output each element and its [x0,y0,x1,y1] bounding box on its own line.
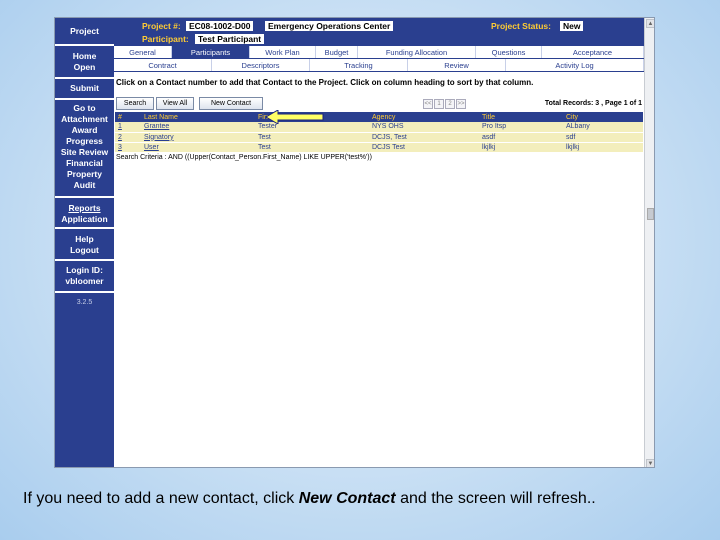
table-cell: lkjlkj [563,142,643,153]
left-nav: Project Home Open Submit Go to Attachmen… [55,18,114,467]
caption-after: and the screen will refresh.. [395,490,596,507]
tab-funding-allocation[interactable]: Funding Allocation [358,46,476,58]
search-button[interactable]: Search [116,97,154,110]
nav-help-link[interactable]: Help [55,234,114,245]
table-header-row: #Last NameFirst NameAgencyTitleCity [115,112,643,122]
tab-acceptance[interactable]: Acceptance [542,46,644,58]
nav-goto: Go to Attachment Award Progress Site Rev… [55,100,114,198]
table-cell: asdf [479,132,563,143]
nav-award-link[interactable]: Award [55,125,114,136]
new-contact-button[interactable]: New Contact [199,97,263,110]
nav-application-link[interactable]: Application [55,214,114,225]
nav-login-id: vbloomer [65,276,104,286]
nav-help-logout: Help Logout [55,229,114,261]
nav-site-review-link[interactable]: Site Review [55,147,114,158]
scroll-up-icon[interactable]: ▲ [646,19,654,28]
pager-page-2[interactable]: 2 [445,99,455,109]
browser-frame: Project Home Open Submit Go to Attachmen… [54,17,655,468]
pager-last-button[interactable]: >> [456,99,466,109]
contact-last-name-link[interactable]: Grantee [141,122,255,133]
nav-audit-link[interactable]: Audit [55,180,114,191]
pager-page-1[interactable]: 1 [434,99,444,109]
nav-progress-link[interactable]: Progress [55,136,114,147]
contact-last-name-link[interactable]: Signatory [141,132,255,143]
nav-reports-link[interactable]: Reports [55,203,114,214]
contact-toolbar: Search View All New Contact << 1 2 >> To… [114,90,644,112]
nav-financial-link[interactable]: Financial [55,158,114,169]
tab-tracking[interactable]: Tracking [310,59,408,71]
project-header: Project #: EC08-1002-D00 Emergency Opera… [114,18,644,46]
tab-contract[interactable]: Contract [114,59,212,71]
table-cell: DCJS Test [369,142,479,153]
nav-open-link[interactable]: Open [55,62,114,73]
column-header-title[interactable]: Title [479,112,563,122]
table-cell: Test [255,132,369,143]
nav-attachment-link[interactable]: Attachment [55,114,114,125]
table-row: 3 User Test DCJS Test lkjlkj lkjlkj [115,142,643,153]
contacts-table: #Last NameFirst NameAgencyTitleCity 1Gra… [115,112,643,153]
nav-submit: Submit [55,79,114,100]
project-name-value: Emergency Operations Center [265,21,394,31]
contact-last-name-link[interactable]: User [141,142,255,153]
contact-number-link[interactable]: 2 [115,132,141,143]
pager-first-button[interactable]: << [423,99,433,109]
tab-questions[interactable]: Questions [476,46,542,58]
tab-activity-log[interactable]: Activity Log [506,59,644,71]
participant-label: Participant: [142,34,189,44]
nav-home-link[interactable]: Home [55,51,114,62]
nav-property-link[interactable]: Property [55,169,114,180]
table-cell: sdf [563,132,643,143]
view-all-button[interactable]: View All [156,97,194,110]
table-cell: Pro Itsp [479,122,563,133]
table-cell: DCJS, Test [369,132,479,143]
column-header-agency[interactable]: Agency [369,112,479,122]
caption-before: If you need to add a new contact, click [23,490,299,507]
tab-work-plan[interactable]: Work Plan [250,46,316,58]
nav-project-header: Project [55,18,114,46]
version-label: 3.2.5 [76,299,93,306]
nav-logout-link[interactable]: Logout [55,245,114,256]
tab-budget[interactable]: Budget [316,46,358,58]
caption-text: If you need to add a new contact, click … [23,490,596,508]
tab-descriptors[interactable]: Descriptors [212,59,310,71]
participant-value: Test Participant [195,34,265,44]
nav-login: Login ID: vbloomer [55,261,114,293]
project-status-label: Project Status: [491,21,551,31]
search-criteria: Search Criteria : AND ((Upper(Contact_Pe… [116,153,372,161]
main-content: Project #: EC08-1002-D00 Emergency Opera… [114,18,644,467]
tab-general[interactable]: General [114,46,172,58]
contact-number-link[interactable]: 3 [115,142,141,153]
total-records: Total Records: 3 , Page 1 of 1 [544,100,642,107]
column-header-city[interactable]: City [563,112,643,122]
nav-reports: Reports Application [55,198,114,229]
tab-participants[interactable]: Participants [172,46,250,58]
table-cell: NYS OHS [369,122,479,133]
instruction-text: Click on a Contact number to add that Co… [116,78,534,87]
tab-row-primary: General Participants Work Plan Budget Fundin… [114,46,644,59]
nav-goto-label: Go to [73,103,96,113]
left-arrow-icon [266,110,324,124]
nav-project: Project [70,26,99,36]
tab-row-secondary: Contract Descriptors Tracking Review Activit… [114,59,644,72]
nav-home-open: Home Open [55,46,114,79]
scroll-thumb[interactable] [647,208,654,220]
table-row: 1 Grantee Tester NYS OHS Pro Itsp ALbany [115,122,643,133]
scroll-down-icon[interactable]: ▼ [646,459,654,467]
tab-review[interactable]: Review [408,59,506,71]
vertical-scrollbar[interactable]: ▲ ▼ [644,18,654,467]
nav-login-label: Login ID: [66,265,103,275]
table-cell: Test [255,142,369,153]
table-cell: ALbany [563,122,643,133]
project-status-value: New [560,21,584,31]
contact-number-link[interactable]: 1 [115,122,141,133]
project-number-value: EC08-1002-D00 [186,21,254,31]
column-header-last-name[interactable]: Last Name [141,112,255,122]
column-header-number[interactable]: # [115,112,141,122]
table-cell: lkjlkj [479,142,563,153]
nav-submit-link[interactable]: Submit [55,83,114,94]
project-number-label: Project #: [142,21,181,31]
table-row: 2 Signatory Test DCJS, Test asdf sdf [115,132,643,143]
caption-emphasis: New Contact [298,490,396,507]
